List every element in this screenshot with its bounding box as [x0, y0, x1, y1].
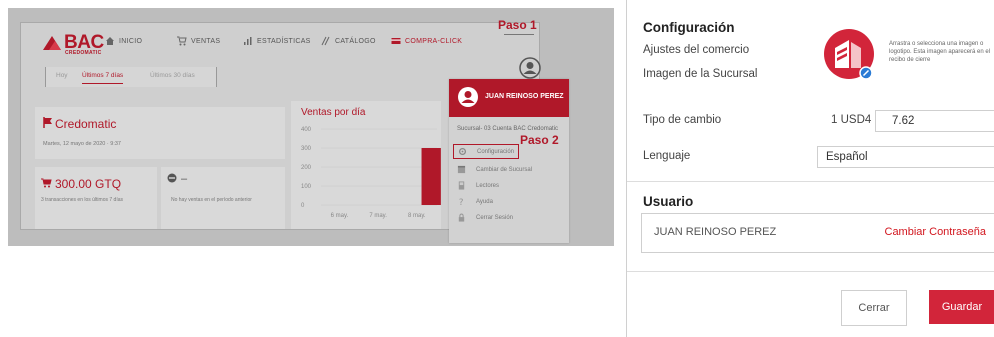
credomatic-title: Credomatic [55, 117, 117, 131]
chart-y-tick-label: 0 [301, 203, 305, 209]
sales-chart-card: Ventas por día 0 100 200 300 400 6 may. 7 may.… [291, 101, 441, 229]
store-settings-subtitle: Ajustes del comercio [643, 44, 750, 56]
dropdown-header: JUAN REINOSO PEREZ [449, 79, 569, 117]
cart-icon [41, 178, 52, 188]
bar-chart-icon [244, 37, 252, 45]
credomatic-date: Martes, 12 mayo de 2020 · 9:37 [43, 141, 121, 147]
nav-inicio[interactable]: INICIO [105, 36, 142, 46]
tab-hoy[interactable]: Hoy [56, 72, 68, 79]
logo-subtext: CREDOMATIC [65, 50, 102, 56]
chart-y-tick-label: 400 [301, 127, 312, 133]
cart-icon [177, 36, 187, 46]
chart-y-tick-label: 200 [301, 165, 312, 171]
nav-compra-click[interactable]: COMPRA-CLICK [391, 36, 462, 46]
tab-ultimos-30-dias[interactable]: Últimos 30 días [150, 72, 195, 79]
user-name: JUAN REINOSO PEREZ [654, 226, 777, 238]
nav-ventas[interactable]: VENTAS [177, 36, 220, 46]
chart-x-tick-label: 8 may. [408, 213, 426, 219]
app-window: BAC CREDOMATIC INICIO VENTAS ESTADÍSTICA… [20, 22, 569, 243]
modal-title: Configuración [643, 20, 735, 35]
chart-y-tick-label: 100 [301, 184, 312, 190]
language-select[interactable]: Español [817, 146, 994, 168]
nav-estadisticas[interactable]: ESTADÍSTICAS [243, 36, 311, 46]
gear-icon [458, 147, 467, 156]
minus-circle-icon [167, 173, 177, 183]
period-tabs: Hoy Últimos 7 días Últimos 30 días [45, 67, 217, 87]
chart-bar [421, 148, 441, 205]
upload-hint: Arrastra o selecciona una imagen o logot… [889, 41, 991, 64]
nav-compra-click-label: COMPRA-CLICK [405, 37, 463, 45]
dropdown-item-cambiar-sucursal[interactable]: Cambiar de Sucursal [457, 165, 532, 174]
chart-title: Ventas por día [301, 107, 366, 118]
step-1-connector [504, 34, 534, 35]
branch-logo-upload[interactable] [823, 28, 875, 80]
save-button[interactable]: Guardar [929, 290, 994, 324]
nav-inicio-label: INICIO [119, 37, 143, 45]
user-section-heading: Usuario [643, 194, 694, 209]
sales-amount: 300.00 GTQ [55, 177, 122, 191]
sales-amount-card: 300.00 GTQ 3 transacciones en los último… [35, 167, 157, 229]
credomatic-card: Credomatic Martes, 12 mayo de 2020 · 9:3… [35, 107, 285, 159]
exchange-rate-prefix: 1 USD4 [831, 114, 872, 126]
avatar-icon [458, 87, 478, 107]
svg-text:?: ? [459, 198, 464, 206]
user-row: JUAN REINOSO PEREZ Cambiar Contraseña [641, 213, 994, 253]
dropdown-item-lectores[interactable]: Lectores [457, 181, 499, 190]
user-dropdown-menu: JUAN REINOSO PEREZ Sucursal- 03 Cuenta B… [449, 79, 569, 243]
dropdown-branch: Sucursal- 03 Cuenta BAC Credomatic [457, 126, 559, 132]
dropdown-item-label: Cerrar Sesión [476, 214, 514, 221]
dropdown-item-label: Ayuda [476, 198, 493, 205]
dropdown-item-ayuda[interactable]: ? Ayuda [457, 197, 493, 206]
chart-x-tick-label: 6 may. [331, 213, 349, 219]
top-navigation: BAC CREDOMATIC INICIO VENTAS ESTADÍSTICA… [21, 23, 539, 61]
dropdown-item-label: Cambiar de Sucursal [476, 166, 533, 173]
lock-icon [458, 213, 465, 222]
no-sales-dash: – [181, 173, 188, 185]
step-2-label: Paso 2 [520, 133, 559, 147]
chart-y-tick-label: 300 [301, 146, 312, 152]
nav-catalogo[interactable]: CATÁLOGO [321, 36, 376, 46]
tag-icon [321, 36, 330, 46]
card-icon [391, 38, 401, 44]
nav-estadisticas-label: ESTADÍSTICAS [257, 37, 311, 45]
dropdown-item-configuracion[interactable]: Configuración [453, 144, 520, 159]
nav-ventas-label: VENTAS [191, 37, 221, 45]
no-sales-subtext: No hay ventas en el período anterior [171, 197, 252, 203]
store-icon [457, 165, 466, 174]
section-divider [627, 181, 994, 182]
no-sales-card: – No hay ventas en el período anterior [161, 167, 285, 229]
left-screenshot-panel: BAC CREDOMATIC INICIO VENTAS ESTADÍSTICA… [8, 8, 614, 246]
configuration-modal: Configuración Ajustes del comercio Image… [626, 0, 994, 337]
language-label: Lenguaje [643, 150, 691, 162]
dropdown-item-cerrar-sesion[interactable]: Cerrar Sesión [457, 213, 513, 222]
chart-x-tick-label: 7 may. [369, 213, 387, 219]
dropdown-user-name: JUAN REINOSO PEREZ [485, 93, 564, 100]
help-icon: ? [459, 198, 464, 206]
dropdown-item-label: Configuración [477, 148, 515, 155]
dropdown-item-label: Lectores [476, 182, 500, 189]
reader-icon [458, 181, 465, 190]
footer-divider [627, 271, 994, 272]
nav-catalogo-label: CATÁLOGO [335, 37, 376, 45]
sales-chart: 0 100 200 300 400 6 may. 7 may. 8 may. [301, 127, 441, 219]
close-button[interactable]: Cerrar [841, 290, 907, 326]
change-password-link[interactable]: Cambiar Contraseña [885, 226, 987, 238]
step-1-label: Paso 1 [498, 18, 537, 32]
user-avatar-button[interactable] [519, 57, 541, 79]
sales-amount-subtext: 3 transacciones en los últimos 7 días [41, 197, 123, 203]
exchange-rate-value: 7.62 [892, 115, 915, 127]
tab-ultimos-7-dias[interactable]: Últimos 7 días [82, 72, 124, 84]
exchange-rate-label: Tipo de cambio [643, 114, 722, 126]
bac-logo-icon [43, 36, 61, 50]
flag-icon [43, 117, 52, 128]
home-icon [106, 37, 114, 45]
language-value: Español [826, 151, 868, 163]
branch-image-label: Imagen de la Sucursal [643, 68, 758, 80]
exchange-rate-input[interactable]: 7.62 [875, 110, 994, 132]
